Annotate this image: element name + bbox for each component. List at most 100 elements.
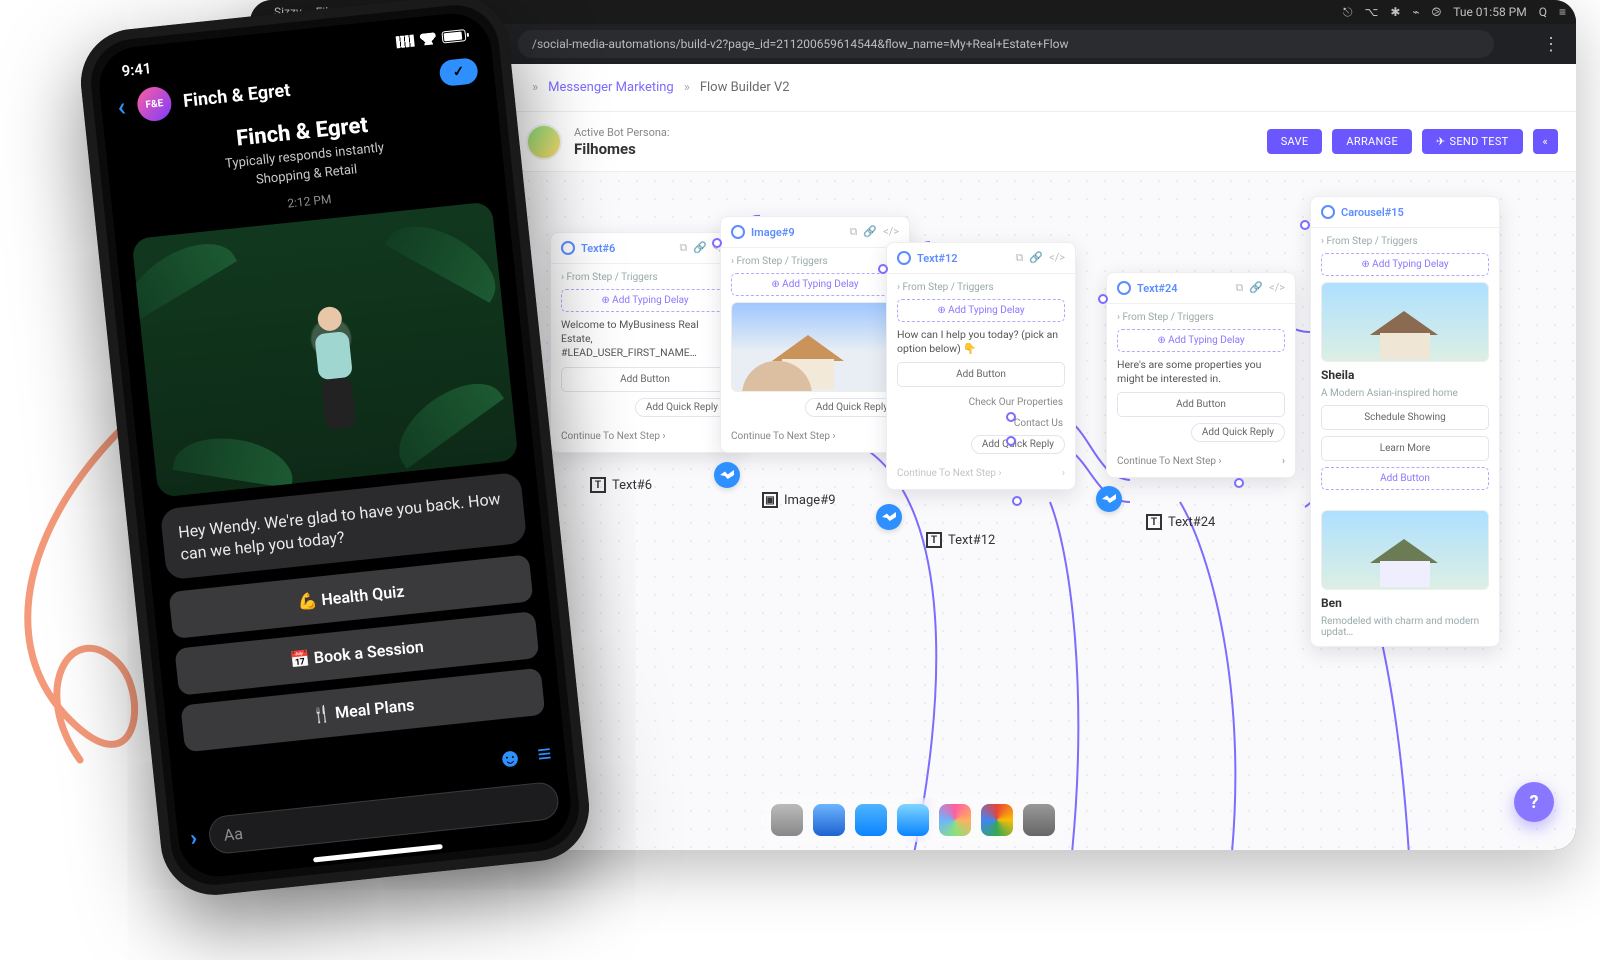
text-node-icon	[1117, 281, 1131, 295]
copy-icon[interactable]: ⧉	[850, 225, 858, 239]
dock-app-chrome[interactable]	[981, 804, 1013, 836]
carousel-card-title: Sheila	[1321, 368, 1489, 382]
dock-app-appstore[interactable]	[855, 804, 887, 836]
menubar-more-icon[interactable]: ≡	[1559, 5, 1566, 19]
option-contact-us[interactable]: Contact Us	[897, 414, 1065, 429]
url-bar[interactable]: /social-media-automations/build-v2?page_…	[518, 30, 1494, 58]
dock-app-safari[interactable]	[897, 804, 929, 836]
carousel-btn-schedule[interactable]: Schedule Showing	[1321, 405, 1489, 430]
node-image9[interactable]: Image#9 ⧉ 🔗 </> › From Step / Triggers ⊕…	[720, 216, 910, 453]
hero-image[interactable]	[131, 201, 518, 497]
add-quick-reply[interactable]: Add Quick Reply	[971, 435, 1065, 454]
persona-avatar	[526, 124, 562, 160]
node-message[interactable]: Here's are some properties you might be …	[1117, 358, 1285, 386]
messenger-icon	[714, 462, 740, 488]
dock-app-photos[interactable]	[939, 804, 971, 836]
continue-step[interactable]: Continue To Next Step ›	[897, 468, 1002, 479]
browser-menu-icon[interactable]: ⋮	[1534, 34, 1568, 55]
expand-icon[interactable]: ›	[189, 825, 198, 851]
continue-step[interactable]: Continue To Next Step ›	[1117, 456, 1222, 467]
copy-icon[interactable]: ⧉	[1236, 281, 1244, 295]
node-text12[interactable]: Text#12 ⧉ 🔗 </> › From Step / Triggers ⊕…	[886, 242, 1076, 490]
carousel-card-subtitle: A Modern Asian-inspired home	[1321, 388, 1489, 399]
node-carousel15[interactable]: Carousel#15 › From Step / Triggers ⊕ Add…	[1310, 196, 1500, 647]
node-text24[interactable]: Text#24 ⧉ 🔗 </> › From Step / Triggers ⊕…	[1106, 272, 1296, 478]
add-button[interactable]: Add Button	[897, 362, 1065, 387]
messenger-icon	[876, 504, 902, 530]
carousel-card-image[interactable]	[1321, 282, 1489, 362]
dock-app-launchpad[interactable]	[771, 804, 803, 836]
help-fab[interactable]: ?	[1514, 782, 1554, 822]
link-icon[interactable]: 🔗	[1249, 281, 1263, 295]
link-icon[interactable]: 🔗	[1029, 251, 1043, 265]
from-step-label: › From Step / Triggers	[1321, 236, 1489, 247]
wifi-icon	[419, 32, 436, 46]
add-quick-reply[interactable]: Add Quick Reply	[805, 398, 899, 417]
back-icon[interactable]: ‹	[116, 92, 127, 123]
add-button[interactable]: Add Button	[1117, 392, 1285, 417]
add-typing-delay[interactable]: ⊕ Add Typing Delay	[897, 299, 1065, 322]
wifi-icon[interactable]: ⧁	[1432, 5, 1442, 20]
message-input[interactable]: Aa	[207, 781, 560, 856]
text-icon: T	[926, 532, 942, 548]
macos-dock[interactable]	[761, 798, 1065, 842]
brand-avatar[interactable]: F&E	[136, 85, 173, 122]
status-glyph: ⌁	[1412, 5, 1419, 19]
add-typing-delay[interactable]: ⊕ Add Typing Delay	[1117, 329, 1285, 352]
link-icon[interactable]: 🔗	[693, 241, 707, 255]
status-time: 9:41	[121, 59, 153, 80]
add-quick-reply[interactable]: Add Quick Reply	[1191, 423, 1285, 442]
message-placeholder: Aa	[223, 823, 244, 844]
menubar-clock: Tue 01:58 PM	[1453, 5, 1526, 19]
copy-icon[interactable]: ⧉	[1016, 251, 1024, 265]
continue-step[interactable]: Continue To Next Step ›	[561, 431, 666, 442]
node-caption-text12: TText#12	[926, 532, 995, 548]
status-glyph: ⌥	[1365, 5, 1379, 19]
chat-title[interactable]: Finch & Egret	[182, 79, 291, 111]
image-icon: ▣	[762, 492, 778, 508]
node-image-preview[interactable]	[731, 302, 899, 392]
text-icon: T	[1146, 514, 1162, 530]
verified-badge	[438, 57, 479, 87]
carousel-node-icon	[1321, 205, 1335, 219]
code-icon[interactable]: </>	[883, 225, 899, 239]
dock-app-finder[interactable]	[813, 804, 845, 836]
carousel-card-subtitle: Remodeled with charm and modern updat…	[1321, 616, 1489, 638]
node-text6[interactable]: Text#6 ⧉ 🔗 </> › From Step / Triggers ⊕ …	[550, 232, 740, 453]
node-caption-text24: TText#24	[1146, 514, 1215, 530]
add-quick-reply[interactable]: Add Quick Reply	[635, 398, 729, 417]
emoji-icon[interactable]: ☻	[495, 741, 525, 775]
add-button[interactable]: Add Button	[561, 367, 729, 392]
menu-icon[interactable]: ≡	[536, 739, 553, 769]
add-typing-delay[interactable]: ⊕ Add Typing Delay	[561, 289, 729, 312]
node-title: Carousel#15	[1341, 206, 1489, 219]
cell-signal-icon	[396, 35, 415, 49]
node-message[interactable]: How can I help you today? (pick an optio…	[897, 328, 1065, 356]
quick-replies: 💪 Health Quiz 📅 Book a Session 🍴 Meal Pl…	[168, 555, 545, 753]
spotlight-icon[interactable]: Q	[1539, 5, 1547, 19]
option-check-properties[interactable]: Check Our Properties	[897, 393, 1065, 408]
node-caption-image9: ▣Image#9	[762, 492, 836, 508]
link-icon[interactable]: 🔗	[863, 225, 877, 239]
add-typing-delay[interactable]: ⊕ Add Typing Delay	[1321, 253, 1489, 276]
arrange-button[interactable]: ARRANGE	[1332, 129, 1412, 154]
carousel-card-image[interactable]	[1321, 510, 1489, 590]
copy-icon[interactable]: ⧉	[680, 241, 688, 255]
node-message[interactable]: Welcome to MyBusiness Real Estate, #LEAD…	[561, 318, 729, 361]
add-typing-delay[interactable]: ⊕ Add Typing Delay	[731, 273, 899, 296]
code-icon[interactable]: </>	[1269, 281, 1285, 295]
save-button[interactable]: SAVE	[1267, 129, 1323, 154]
image-node-icon	[731, 225, 745, 239]
send-test-button[interactable]: ✈SEND TEST	[1422, 129, 1523, 154]
continue-step[interactable]: Continue To Next Step ›	[731, 431, 836, 442]
carousel-btn-learn[interactable]: Learn More	[1321, 436, 1489, 461]
from-step-label: › From Step / Triggers	[731, 256, 899, 267]
code-icon[interactable]: </>	[1049, 251, 1065, 265]
add-button[interactable]: Add Button	[1321, 467, 1489, 490]
back-button[interactable]: «	[1533, 129, 1558, 154]
node-title: Text#12	[917, 252, 1010, 265]
breadcrumb-current: Flow Builder V2	[700, 80, 790, 95]
dock-app-settings[interactable]	[1023, 804, 1055, 836]
breadcrumb-link[interactable]: Messenger Marketing	[548, 80, 674, 95]
phone-mockup: 9:41 ‹ F&E Finch & Egret Finch & Egret T…	[76, 0, 595, 900]
